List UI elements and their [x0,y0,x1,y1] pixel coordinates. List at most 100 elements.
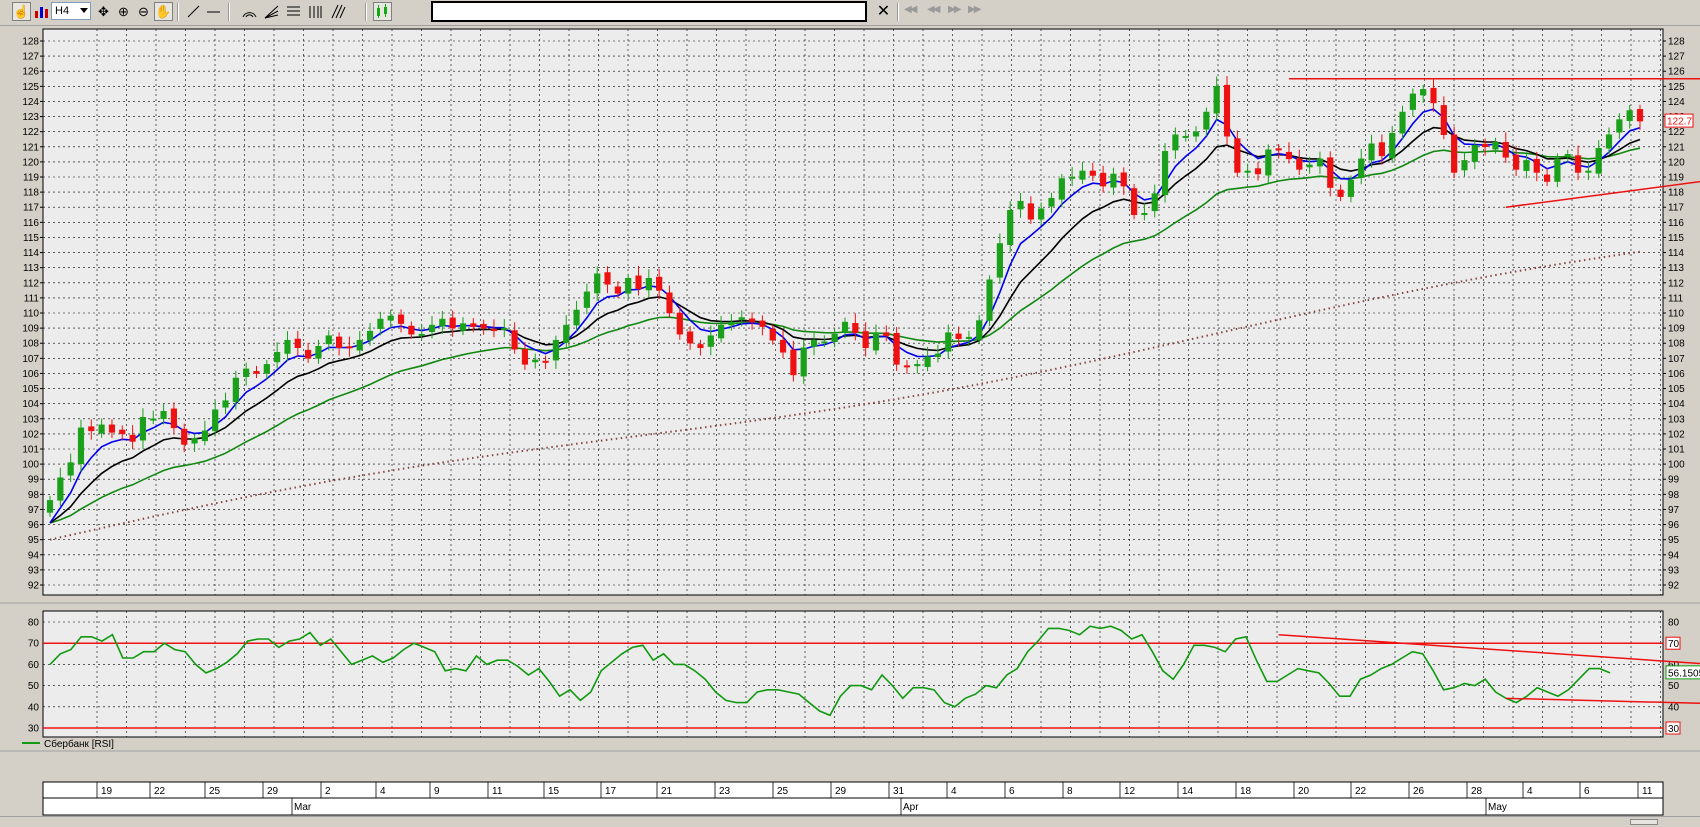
price-panel[interactable]: 92 92 93 93 94 94 95 95 96 96 97 97 98 98 99 99 100 100 10… [22,28,1700,596]
candle-body [1616,119,1623,133]
candle-body [1636,109,1644,122]
candle-body [563,324,570,343]
candle-body [594,273,601,294]
y-tick-label-left: 99 [28,475,40,486]
rsi-tick-label-left: 80 [28,618,40,629]
last-price-label: 122.7 [1667,117,1692,128]
y-tick-label-left: 118 [23,188,39,199]
candle-body [1482,143,1489,148]
candle-body [583,291,590,308]
candle-body [315,345,322,359]
candle-body [428,324,436,332]
day-label: 11 [492,786,503,797]
y-tick-label-left: 110 [23,309,39,320]
y-tick-label-right: 102 [1668,429,1685,440]
candle-body [1244,170,1251,173]
candle-body [274,352,281,363]
y-tick-label-left: 113 [23,263,39,274]
candle-body [263,364,270,374]
first-icon[interactable]: ◀◀ [904,4,917,15]
y-tick-label-right: 94 [1668,550,1680,561]
crosshair-icon[interactable]: ✥ [94,2,113,21]
candle-body [521,349,529,365]
y-tick-label-right: 127 [1668,52,1685,63]
candle-body [841,321,849,332]
fibonacci-arc-icon[interactable] [240,2,259,21]
candle-body [1626,110,1633,122]
last-icon[interactable]: ▶▶ [968,4,981,15]
candle-body [366,330,374,341]
candle-body [1141,213,1148,216]
day-label: 28 [1471,786,1483,797]
rsi-panel[interactable]: 303040405050606070708080703056.1505Сберб… [22,610,1700,750]
y-tick-label-left: 124 [22,97,39,108]
symbol-input[interactable] [431,1,867,22]
candle-body [1430,87,1437,104]
draw-tool-icon[interactable] [328,2,347,21]
candle-body [625,277,632,294]
prev-icon[interactable]: ◀◀ [927,4,940,15]
candle-body [1471,145,1478,162]
candle-body [1451,134,1458,173]
horizontal-scrollbar[interactable] [0,816,1700,827]
zoom-in-icon[interactable]: ⊕ [114,2,133,21]
trend-line-icon[interactable] [184,2,203,21]
candle-body [1172,134,1179,151]
day-label: 4 [951,786,957,797]
rsi-tick-label-left: 60 [28,660,40,671]
fibonacci-fan-icon[interactable] [262,2,281,21]
day-label: 31 [893,786,905,797]
y-tick-label-left: 121 [22,142,39,153]
day-label: 8 [1067,786,1073,797]
candle-body [996,243,1003,278]
y-tick-label-right: 98 [1668,490,1680,501]
candle-body [748,318,756,323]
candles-icon[interactable] [373,2,392,21]
candle-body [604,272,611,285]
rsi-tick-label-right: 80 [1668,618,1680,629]
close-icon[interactable]: ✕ [874,2,893,21]
candle-body [1069,176,1076,179]
scrollbar-thumb[interactable] [1630,819,1658,825]
horizontal-line-icon[interactable] [204,2,223,21]
bar-chart-icon[interactable] [32,2,51,21]
candle-body [986,279,993,321]
y-tick-label-left: 111 [24,293,40,304]
candle-body [1440,105,1447,135]
candle-body [965,336,972,339]
candle-body [728,321,735,326]
candle-body [377,318,384,329]
hand-pointer-icon[interactable]: ☝ [12,2,31,21]
timeframe-select[interactable]: H4 [51,2,91,20]
chart-area[interactable]: 92 9293 9394 9495 9596 9697 9798 9899 99100 10010… [0,25,1700,816]
y-tick-label-right: 120 [1668,157,1685,168]
candle-body [759,320,766,327]
zoom-out-icon[interactable]: ⊖ [134,2,153,21]
candle-body [1213,86,1220,114]
day-label: 12 [1124,786,1136,797]
pan-hand-icon[interactable]: ✋ [154,2,173,21]
y-tick-label-right: 106 [1668,369,1685,380]
candle-body [924,356,931,368]
candle-body [1027,203,1034,220]
y-tick-label-left: 95 [28,535,40,546]
next-icon[interactable]: ▶▶ [948,4,961,15]
candle-body [914,364,921,367]
fibonacci-retracement-icon[interactable] [284,2,303,21]
candle-body [1378,142,1385,157]
candle-body [697,344,704,349]
rsi-tick-label-right: 40 [1668,702,1680,713]
candle-body [181,428,188,445]
channel-icon[interactable] [306,2,325,21]
timeframe-value: H4 [55,5,70,17]
toolbar-separator [228,3,230,21]
candle-body [253,371,260,374]
y-tick-label-left: 125 [22,82,39,93]
candle-body [1089,170,1096,176]
candle-body [769,328,776,341]
candle-body [1316,158,1324,167]
candle-body [57,477,64,501]
candle-body [418,333,425,336]
candle-body [656,276,663,291]
candle-body [480,323,487,329]
